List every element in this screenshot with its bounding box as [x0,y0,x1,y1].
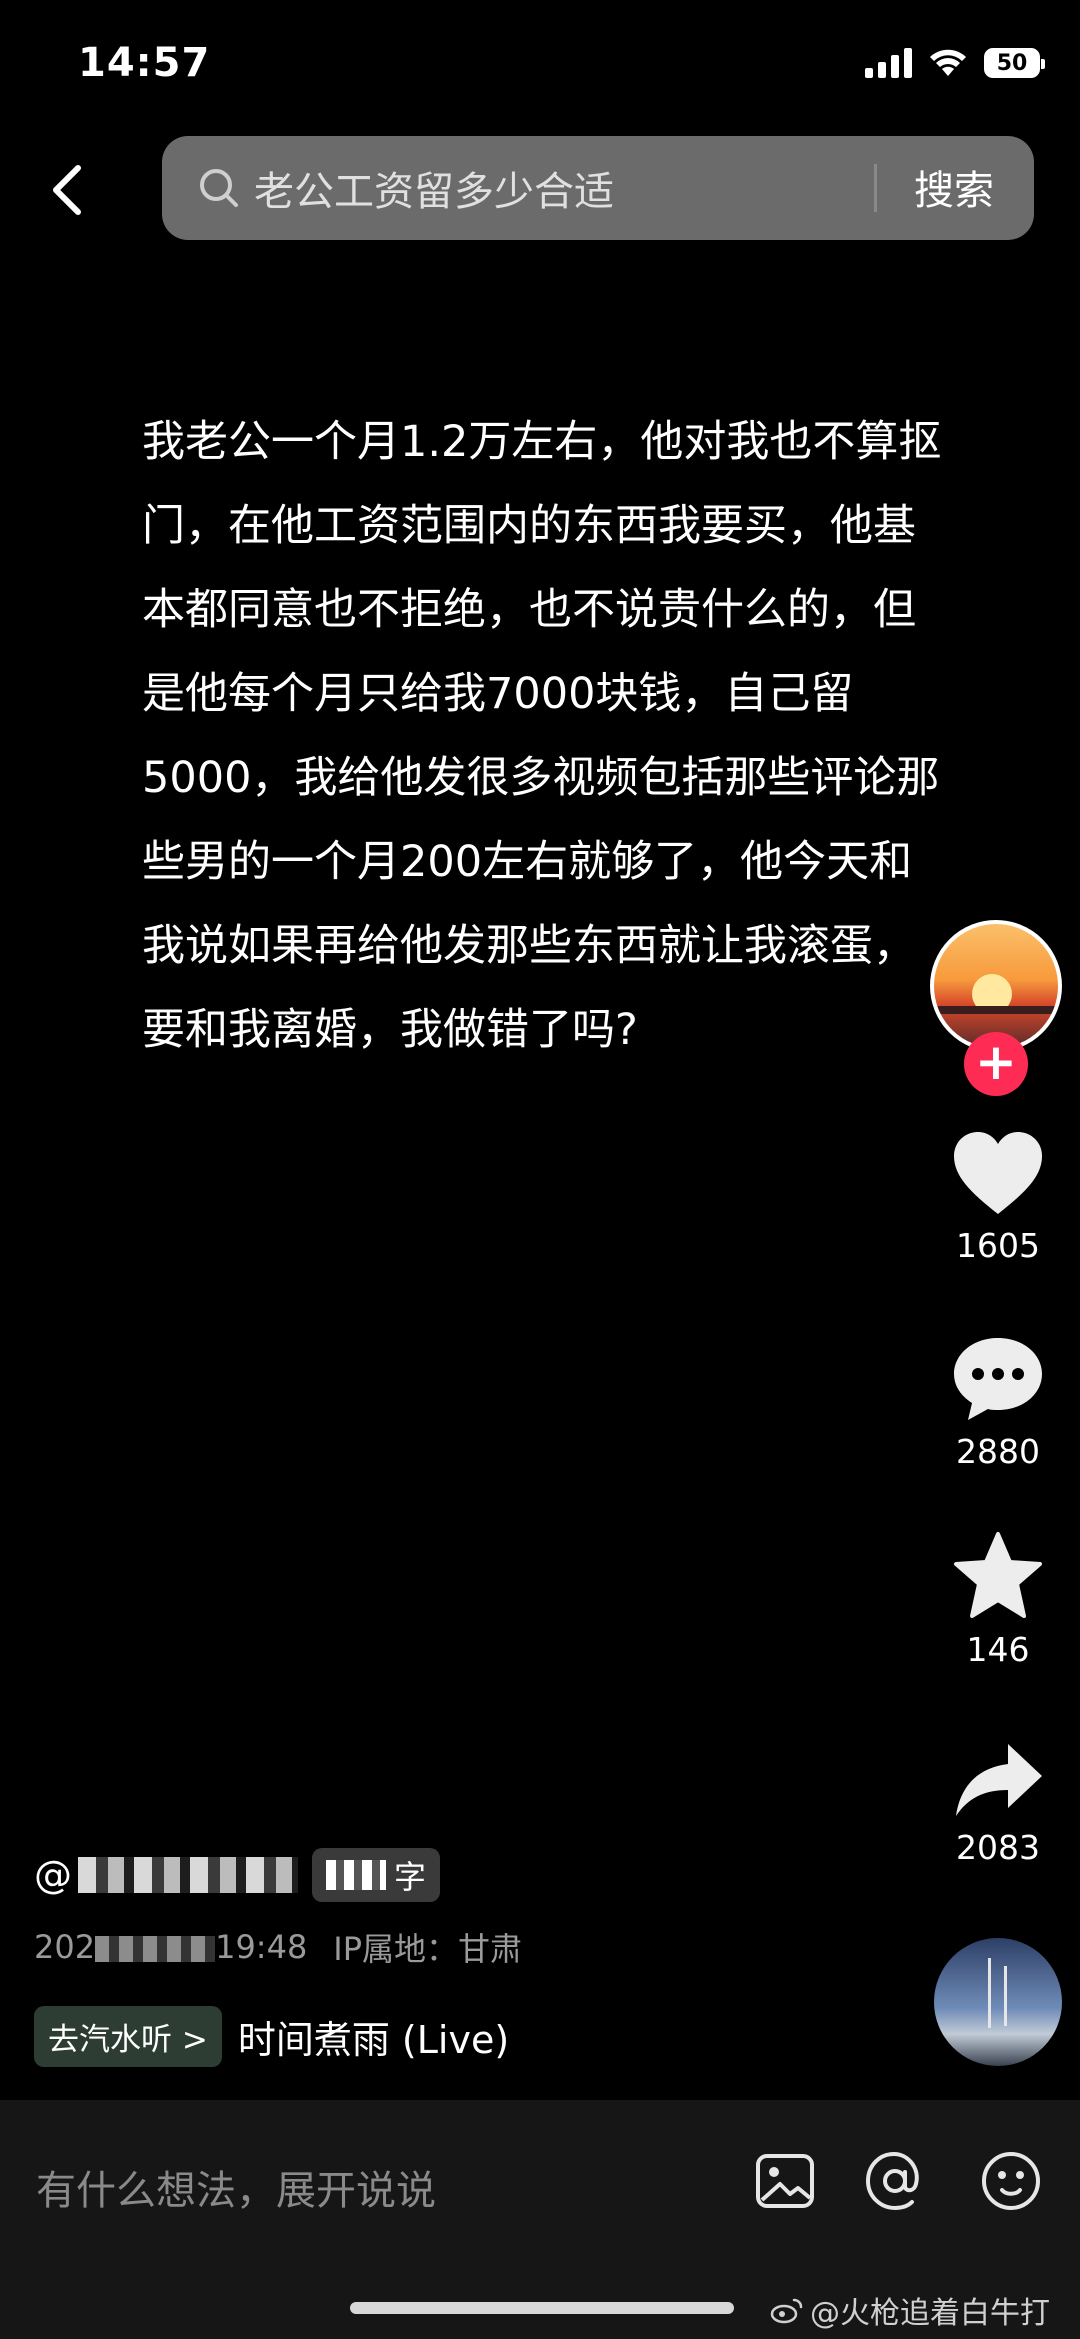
author-prefix: @ [34,1853,72,1897]
share-arrow-icon [956,1744,1042,1816]
author-name-redacted [78,1857,298,1893]
listen-in-qishui-button[interactable]: 去汽水听 > [34,2006,222,2067]
wifi-icon [930,49,966,76]
music-title[interactable]: 时间煮雨 (Live) [238,2009,509,2064]
mention-icon[interactable] [862,2148,928,2214]
emoji-icon[interactable] [978,2148,1044,2214]
like-count: 1605 [956,1226,1040,1265]
author-tag: 字 [312,1848,441,1902]
star-icon [954,1532,1042,1618]
status-icons: 50 [865,48,1045,78]
watermark: @火枪追着白牛打 [770,2288,1050,2332]
post-text: 我老公一个月1.2万左右，他对我也不算抠门，在他工资范围内的东西我要买，他基本都… [142,417,942,1055]
search-divider [874,164,877,212]
comment-button[interactable]: 2880 [928,1334,1068,1471]
comment-count: 2880 [956,1432,1040,1471]
status-time: 14:57 [78,40,211,86]
favorite-count: 146 [966,1630,1030,1669]
home-indicator [350,2302,734,2314]
search-bar[interactable]: 老公工资留多少合适 搜索 [162,136,1034,240]
search-input[interactable]: 老公工资留多少合适 [254,159,614,217]
ip-location: IP属地：甘肃 [333,1930,523,1968]
comment-icon [954,1338,1042,1420]
share-button[interactable]: 2083 [928,1740,1068,1867]
favorite-button[interactable]: 146 [928,1530,1068,1669]
share-count: 2083 [956,1828,1040,1867]
watermark-text: @火枪追着白牛打 [810,2296,1050,2331]
battery-icon: 50 [984,48,1045,78]
heart-icon [954,1132,1042,1214]
back-arrow-icon[interactable] [44,160,94,220]
image-icon[interactable] [752,2148,818,2214]
follow-button[interactable]: + [964,1032,1028,1096]
weibo-logo-icon [770,2298,803,2324]
music-info[interactable]: 去汽水听 > 时间煮雨 (Live) [34,2006,509,2067]
search-icon [200,169,238,207]
comment-input[interactable]: 有什么想法，展开说说 [36,2158,436,2216]
post-date: 202 19:48 [34,1928,308,1966]
search-button[interactable]: 搜索 [914,158,994,216]
author-tag-label: 字 [394,1858,427,1896]
like-button[interactable]: 1605 [928,1130,1068,1265]
signal-icon [865,48,912,78]
music-disc[interactable] [934,1938,1062,2066]
post-meta: 202 19:48 IP属地：甘肃 [34,1924,522,1970]
chevron-right-icon: > [181,2022,208,2058]
author-name[interactable]: @ 字 [34,1848,441,1902]
